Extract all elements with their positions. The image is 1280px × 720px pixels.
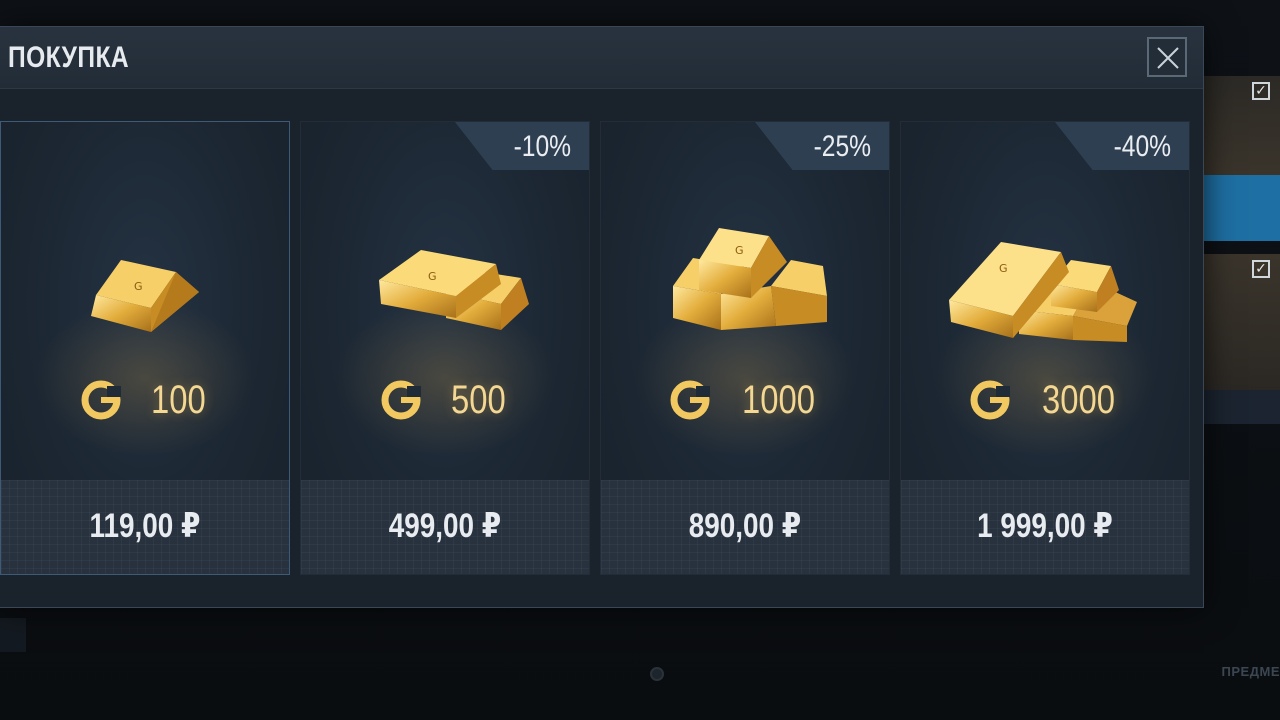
svg-text:G: G (735, 244, 744, 257)
background-button[interactable] (0, 618, 26, 652)
background-tab-label: ПРЕДМЕ (1221, 664, 1280, 679)
page-indicator-dot (650, 667, 664, 681)
dialog-header: ПОКУПКА (0, 27, 1203, 89)
gold-currency-icon (670, 380, 710, 420)
checkbox-icon: ✓ (1252, 260, 1270, 278)
currency-amount: 500 (301, 376, 589, 424)
close-button[interactable] (1147, 37, 1187, 77)
background-item-card[interactable]: ✓ (1204, 254, 1280, 424)
price-label: 890,00 ₽ (688, 507, 802, 545)
gold-currency-icon (970, 380, 1010, 420)
gold-currency-icon (381, 380, 421, 420)
gold-amount: 3000 (1041, 377, 1115, 422)
price-label: 119,00 ₽ (89, 507, 201, 545)
gold-amount: 100 (150, 377, 206, 422)
purchase-dialog: ПОКУПКА G 100 119,00 ₽ -10% G 500 499,00… (0, 26, 1204, 608)
offer-card-3000[interactable]: -40% G 3000 1 999,00 ₽ (900, 121, 1190, 575)
offer-card-100[interactable]: G 100 119,00 ₽ (0, 121, 290, 575)
price-button[interactable]: 1 999,00 ₽ (901, 480, 1189, 574)
discount-badge: -10% (455, 122, 589, 170)
svg-text:G: G (134, 280, 143, 293)
gold-bar-icon: G (673, 228, 827, 330)
currency-amount: 3000 (901, 376, 1189, 424)
discount-label: -25% (813, 130, 871, 163)
gold-bar-icon: G (949, 242, 1137, 342)
svg-text:G: G (999, 262, 1008, 275)
price-button[interactable]: 119,00 ₽ (1, 480, 289, 574)
close-icon (1157, 47, 1179, 69)
offer-card-1000[interactable]: -25% G 1000 890,00 ₽ (600, 121, 890, 575)
discount-badge: -40% (1055, 122, 1189, 170)
gold-amount: 500 (450, 377, 506, 422)
background-item-card[interactable]: ✓ (1204, 76, 1280, 241)
discount-label: -10% (513, 130, 571, 163)
price-button[interactable]: 499,00 ₽ (301, 480, 589, 574)
gold-bar-icon: G (379, 250, 529, 330)
discount-label: -40% (1113, 130, 1171, 163)
gold-currency-icon (81, 380, 121, 420)
discount-badge: -25% (755, 122, 889, 170)
price-button[interactable]: 890,00 ₽ (601, 480, 889, 574)
gold-bar-icon: G (91, 260, 199, 332)
svg-text:G: G (428, 270, 437, 283)
game-screen: ✓ ✓ ПРЕДМЕ ПОКУПКА G 100 119,00 ₽ -10% G… (0, 0, 1280, 720)
price-label: 499,00 ₽ (388, 507, 502, 545)
currency-amount: 100 (1, 376, 289, 424)
gold-amount: 1000 (741, 377, 815, 422)
offer-list: G 100 119,00 ₽ -10% G 500 499,00 ₽ -25% … (0, 121, 1204, 575)
checkbox-icon: ✓ (1252, 82, 1270, 100)
offer-card-500[interactable]: -10% G 500 499,00 ₽ (300, 121, 590, 575)
currency-amount: 1000 (601, 376, 889, 424)
dialog-title: ПОКУПКА (8, 41, 130, 74)
price-label: 1 999,00 ₽ (977, 507, 1113, 545)
